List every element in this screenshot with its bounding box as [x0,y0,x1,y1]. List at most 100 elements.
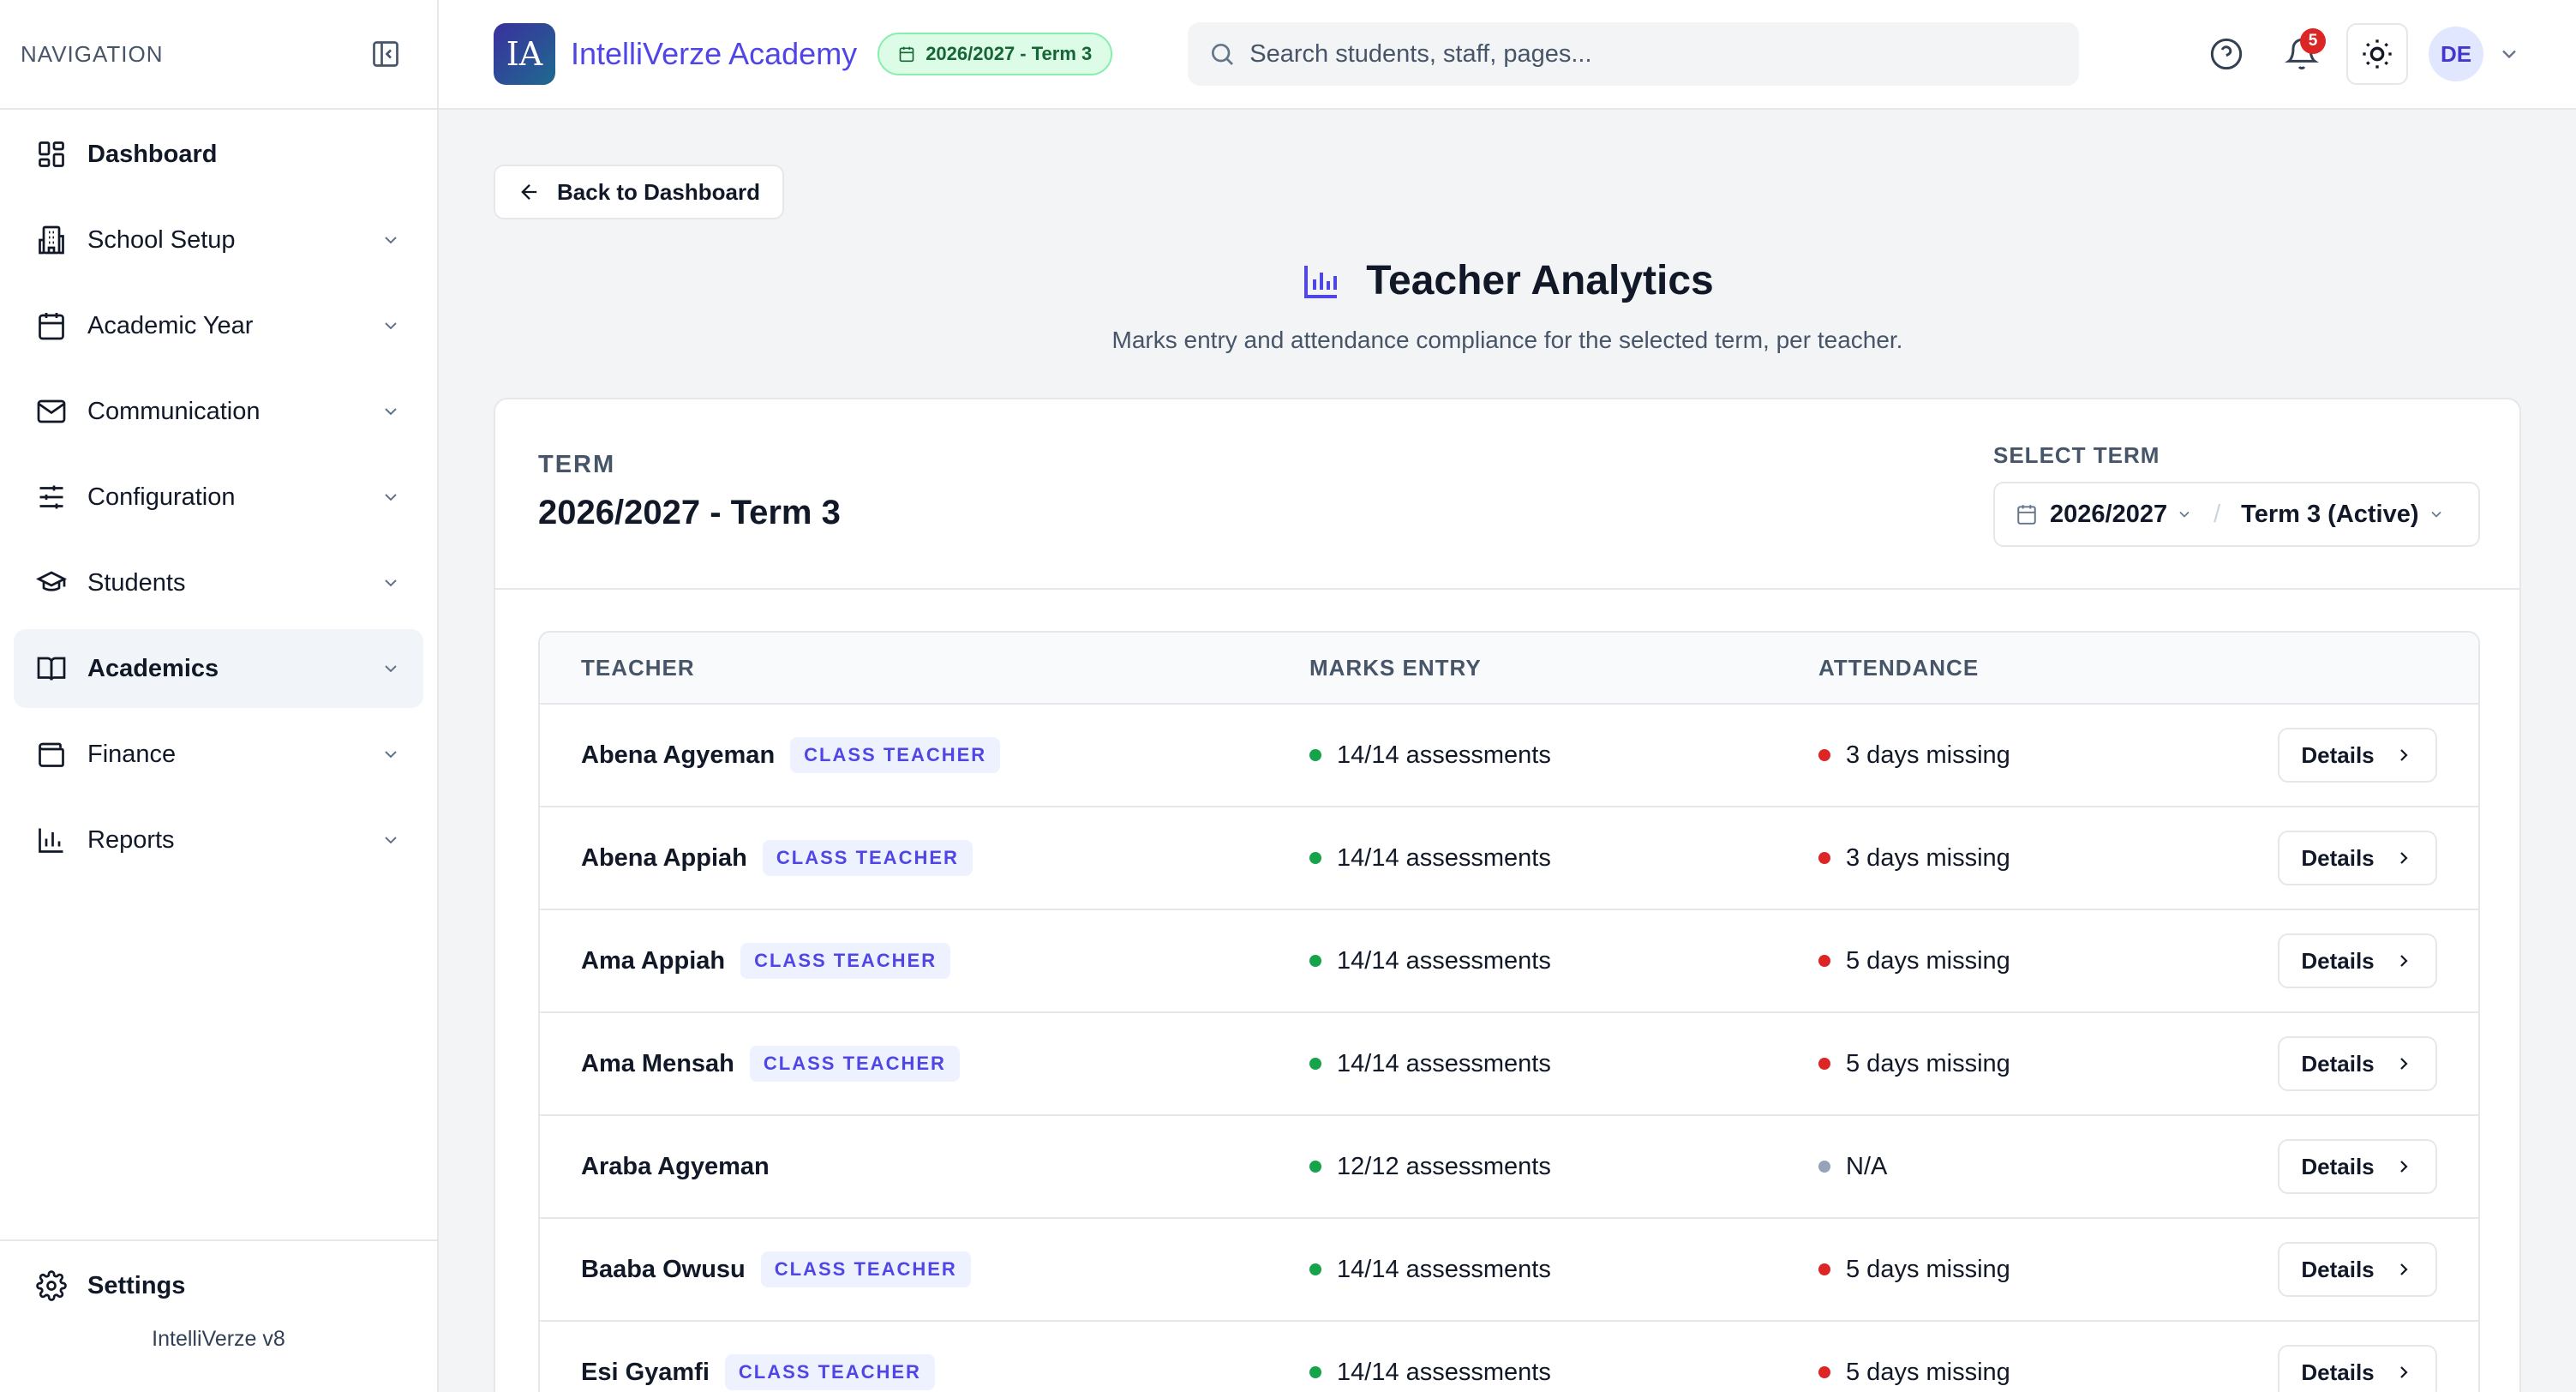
teacher-name: Abena Appiah [581,843,747,872]
chevron-down-icon [379,399,403,423]
sidebar-item-academics[interactable]: Academics [14,629,423,708]
building-icon [34,223,69,257]
details-label: Details [2301,741,2375,768]
page-title: Teacher Analytics [1366,258,1714,303]
graduation-cap-icon [34,566,69,600]
term-selector: 2026/2027 / Term 3 (Active) [1993,482,2480,547]
table-row: Baaba Owusu CLASS TEACHER 14/14 assessmen… [540,1219,2478,1322]
chevron-down-icon [379,571,403,595]
sidebar-item-dashboard[interactable]: Dashboard [14,115,423,194]
chevron-right-icon [2393,1259,2414,1280]
search-bar[interactable] [1188,22,2080,86]
sidebar-item-label: Academic Year [87,311,254,339]
brand-name[interactable]: IntelliVerze Academy [571,36,857,72]
details-button[interactable]: Details [2278,728,2437,783]
sidebar-item-communication[interactable]: Communication [14,372,423,451]
theme-toggle-button[interactable] [2346,23,2408,85]
teacher-cell: Baaba Owusu CLASS TEACHER [581,1251,971,1287]
calendar-icon [898,45,915,63]
teacher-analytics-card: TERM 2026/2027 - Term 3 SELECT TERM 2026… [494,398,2521,1392]
teacher-cell: Abena Agyeman CLASS TEACHER [581,737,1001,773]
marks-entry-value: 14/14 assessments [1337,1049,1551,1077]
marks-entry-value: 12/12 assessments [1337,1152,1551,1180]
page-title-row: Teacher Analytics [1301,257,1714,304]
status-dot [1309,1366,1321,1378]
sidebar-item-reports[interactable]: Reports [14,801,423,879]
term-section: TERM 2026/2027 - Term 3 SELECT TERM 2026… [495,399,2519,590]
details-button[interactable]: Details [2278,1242,2437,1297]
help-button[interactable] [2196,23,2257,85]
teacher-cell: Ama Appiah CLASS TEACHER [581,943,951,979]
collapse-sidebar-icon[interactable] [368,37,403,71]
details-label: Details [2301,1256,2375,1282]
attendance-cell: 3 days missing [1818,844,2010,873]
attendance-cell: 5 days missing [1818,1359,2010,1387]
attendance-value: 5 days missing [1846,1255,2010,1283]
sidebar-item-students[interactable]: Students [14,543,423,622]
page-header: Teacher Analytics Marks entry and attend… [494,257,2521,354]
sidebar-item-academic-year[interactable]: Academic Year [14,286,423,365]
details-button[interactable]: Details [2278,1345,2437,1392]
table-row: Abena Appiah CLASS TEACHER 14/14 assessme… [540,807,2478,910]
status-dot [1309,1161,1321,1173]
details-button[interactable]: Details [2278,1036,2437,1091]
term-label: TERM [538,451,616,478]
app-version: IntelliVerze v8 [152,1327,285,1351]
search-icon [1208,40,1236,68]
book-icon [34,651,69,686]
arrow-left-icon [518,180,542,204]
chevron-down-icon[interactable] [2176,506,2193,523]
column-header-teacher: TEACHER [581,654,695,681]
active-term-badge[interactable]: 2026/2027 - Term 3 [878,33,1113,75]
teacher-name: Esi Gyamfi [581,1358,710,1386]
active-term-label: 2026/2027 - Term 3 [926,43,1093,64]
details-button[interactable]: Details [2278,831,2437,885]
notifications-button[interactable]: 5 [2271,23,2333,85]
column-header-attendance: ATTENDANCE [1818,654,1980,681]
selector-divider: / [2214,500,2221,528]
attendance-value: 3 days missing [1846,741,2010,769]
attendance-value: 5 days missing [1846,1049,2010,1077]
teacher-name: Baaba Owusu [581,1255,746,1283]
year-select[interactable]: 2026/2027 [2050,501,2167,529]
mail-icon [34,394,69,429]
marks-entry-cell: 12/12 assessments [1309,1153,1551,1181]
back-to-dashboard-button[interactable]: Back to Dashboard [494,165,784,219]
sidebar-item-settings[interactable]: Settings [14,1253,423,1318]
analytics-chart-icon [1301,261,1342,302]
class-teacher-badge: CLASS TEACHER [762,840,973,876]
marks-entry-value: 14/14 assessments [1337,1358,1551,1386]
term-select[interactable]: Term 3 (Active) [2241,501,2418,529]
teacher-cell: Esi Gyamfi CLASS TEACHER [581,1354,935,1390]
teacher-name: Araba Agyeman [581,1152,770,1180]
search-input[interactable] [1249,39,2059,69]
term-value: 2026/2027 - Term 3 [538,494,841,531]
sidebar-item-school-setup[interactable]: School Setup [14,201,423,279]
chevron-down-icon [379,485,403,509]
details-button[interactable]: Details [2278,1139,2437,1194]
marks-entry-cell: 14/14 assessments [1309,844,1551,873]
dashboard-icon [34,137,69,171]
sidebar-item-finance[interactable]: Finance [14,715,423,794]
user-avatar[interactable]: DE [2429,27,2483,81]
marks-entry-value: 14/14 assessments [1337,946,1551,975]
class-teacher-badge: CLASS TEACHER [790,737,1001,773]
gear-icon [34,1269,69,1303]
teacher-cell: Araba Agyeman [581,1153,770,1181]
notification-count-badge: 5 [2300,28,2326,54]
calendar-icon [34,309,69,343]
marks-entry-cell: 14/14 assessments [1309,1050,1551,1078]
status-dot [1309,955,1321,967]
sidebar-item-configuration[interactable]: Configuration [14,458,423,537]
sidebar-footer: Settings IntelliVerze v8 [0,1239,437,1392]
sidebar-item-label: Reports [87,825,175,854]
class-teacher-badge: CLASS TEACHER [760,1251,971,1287]
chevron-down-icon[interactable] [2497,42,2521,66]
table-body: Abena Agyeman CLASS TEACHER 14/14 assessm… [540,705,2478,1392]
details-button[interactable]: Details [2278,933,2437,988]
status-dot [1309,749,1321,761]
chevron-right-icon [2393,848,2414,868]
attendance-cell: 5 days missing [1818,947,2010,975]
chevron-down-icon[interactable] [2428,506,2445,523]
app-logo[interactable]: IA [494,23,555,85]
